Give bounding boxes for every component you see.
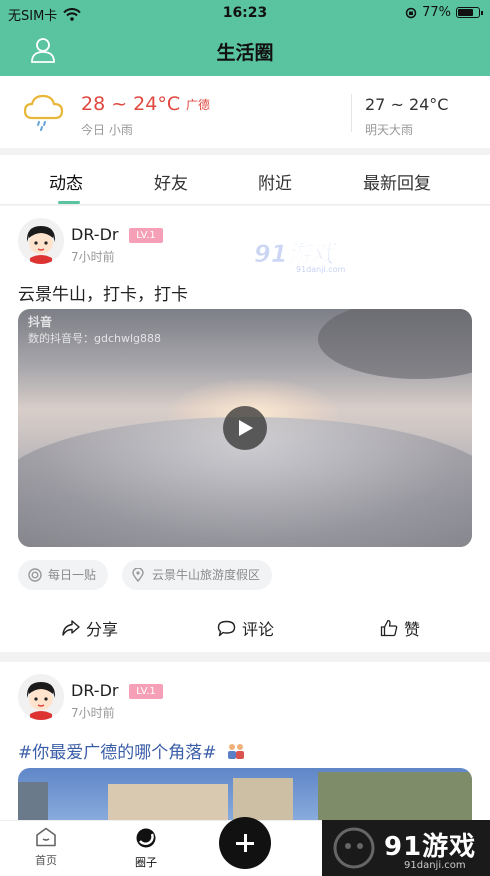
nav-circle-label: 圈子 (135, 856, 157, 869)
share-button[interactable]: 分享 (62, 616, 118, 640)
app-header: 无SIM卡 16:23 77% 生活圈 (0, 0, 490, 76)
feed-tabs: 动态 好友 附近 最新回复 (0, 155, 490, 205)
post-username[interactable]: DR-Dr (71, 681, 118, 700)
video-frame-cloud (318, 309, 472, 379)
tag-location[interactable]: 云景牛山旅游度假区 (122, 560, 273, 590)
location-pin-icon (132, 568, 144, 582)
play-icon (239, 420, 253, 436)
page-title: 生活圈 (216, 42, 274, 64)
post-card[interactable]: DR-Dr LV.1 7小时前 #你最爱广德的哪个角落# (0, 662, 490, 828)
share-label: 分享 (86, 620, 119, 639)
status-bar: 无SIM卡 16:23 77% (0, 0, 490, 26)
watermark-brand: 91游戏 (384, 832, 477, 862)
home-icon (36, 827, 56, 847)
douyin-watermark: 抖音 数的抖音号：gdchwlg888 (28, 313, 161, 346)
people-emoji-icon (227, 744, 244, 759)
weather-card[interactable]: 28 ~ 24°C 广德 今日 小雨 27 ~ 24°C 明天大雨 (0, 76, 490, 148)
avatar-image (18, 218, 64, 264)
battery-fill (458, 9, 473, 16)
level-badge: LV.1 (129, 684, 163, 699)
tab-latest-replies[interactable]: 最新回复 (363, 169, 431, 194)
comment-label: 评论 (242, 620, 275, 639)
tab-friends[interactable]: 好友 (154, 169, 188, 194)
post-time: 7小时前 (71, 250, 115, 264)
tag-label: 每日一贴 (48, 568, 97, 582)
like-label: 赞 (404, 620, 421, 639)
avatar[interactable] (18, 674, 64, 720)
nav-circle[interactable]: 圈子 (121, 827, 171, 870)
active-tab-indicator (58, 201, 80, 204)
tag-label: 云景牛山旅游度假区 (152, 568, 261, 582)
post-actions: 分享 评论 赞 (0, 606, 490, 646)
avatar-image (18, 674, 64, 720)
play-button[interactable] (223, 406, 267, 450)
circle-community-icon (136, 828, 156, 848)
tab-nearby[interactable]: 附近 (258, 169, 292, 194)
like-button[interactable]: 赞 (380, 616, 420, 640)
post-card[interactable]: DR-Dr LV.1 7小时前 91游戏 91danji.com 云景牛山，打卡… (0, 206, 490, 652)
douyin-account: 数的抖音号：gdchwlg888 (28, 332, 162, 345)
topic-link[interactable]: #你最爱广德的哪个角落# (18, 738, 246, 763)
battery-icon (456, 7, 483, 18)
nav-home-label: 首页 (35, 854, 57, 867)
share-icon (62, 620, 80, 636)
city-label: 广德 (186, 98, 211, 112)
today-weather-label: 今日 小雨 (81, 123, 133, 137)
topic-text: #你最爱广德的哪个角落# (18, 743, 217, 763)
watermark-logo: 91游戏 91danji.com (254, 240, 346, 274)
watermark-face-icon (333, 827, 375, 869)
rain-cloud-icon (23, 94, 64, 131)
post-time: 7小时前 (71, 706, 115, 720)
tab-dynamic[interactable]: 动态 (49, 169, 83, 194)
video-player[interactable]: 抖音 数的抖音号：gdchwlg888 (18, 309, 472, 547)
post-username[interactable]: DR-Dr (71, 225, 118, 244)
level-badge: LV.1 (129, 228, 163, 243)
site-watermark: 91游戏 91danji.com (322, 820, 490, 876)
tomorrow-temperature: 27 ~ 24°C (365, 95, 449, 114)
avatar[interactable] (18, 218, 64, 264)
nav-bar: 生活圈 (0, 26, 490, 76)
nav-home[interactable]: 首页 (21, 827, 71, 868)
tomorrow-weather-label: 明天大雨 (365, 123, 414, 137)
status-right: 77% (405, 5, 483, 20)
tag-daily-post[interactable]: 每日一贴 (18, 560, 109, 590)
weather-divider (351, 94, 352, 132)
comment-button[interactable]: 评论 (217, 616, 274, 640)
post-create-button[interactable] (219, 817, 271, 869)
orientation-lock-icon (405, 7, 417, 18)
watermark-domain: 91danji.com (404, 860, 466, 871)
target-icon (28, 568, 42, 582)
today-temperature: 28 ~ 24°C (81, 93, 181, 115)
battery-percent: 77% (422, 5, 451, 20)
post-text: 云景牛山，打卡，打卡 (18, 285, 188, 305)
comment-icon (217, 620, 236, 636)
thumbs-up-icon (380, 619, 398, 637)
watermark-brand-text: 91游戏 (254, 240, 338, 268)
douyin-brand: 抖音 (28, 315, 53, 329)
watermark-domain-text: 91danji.com (296, 265, 346, 274)
